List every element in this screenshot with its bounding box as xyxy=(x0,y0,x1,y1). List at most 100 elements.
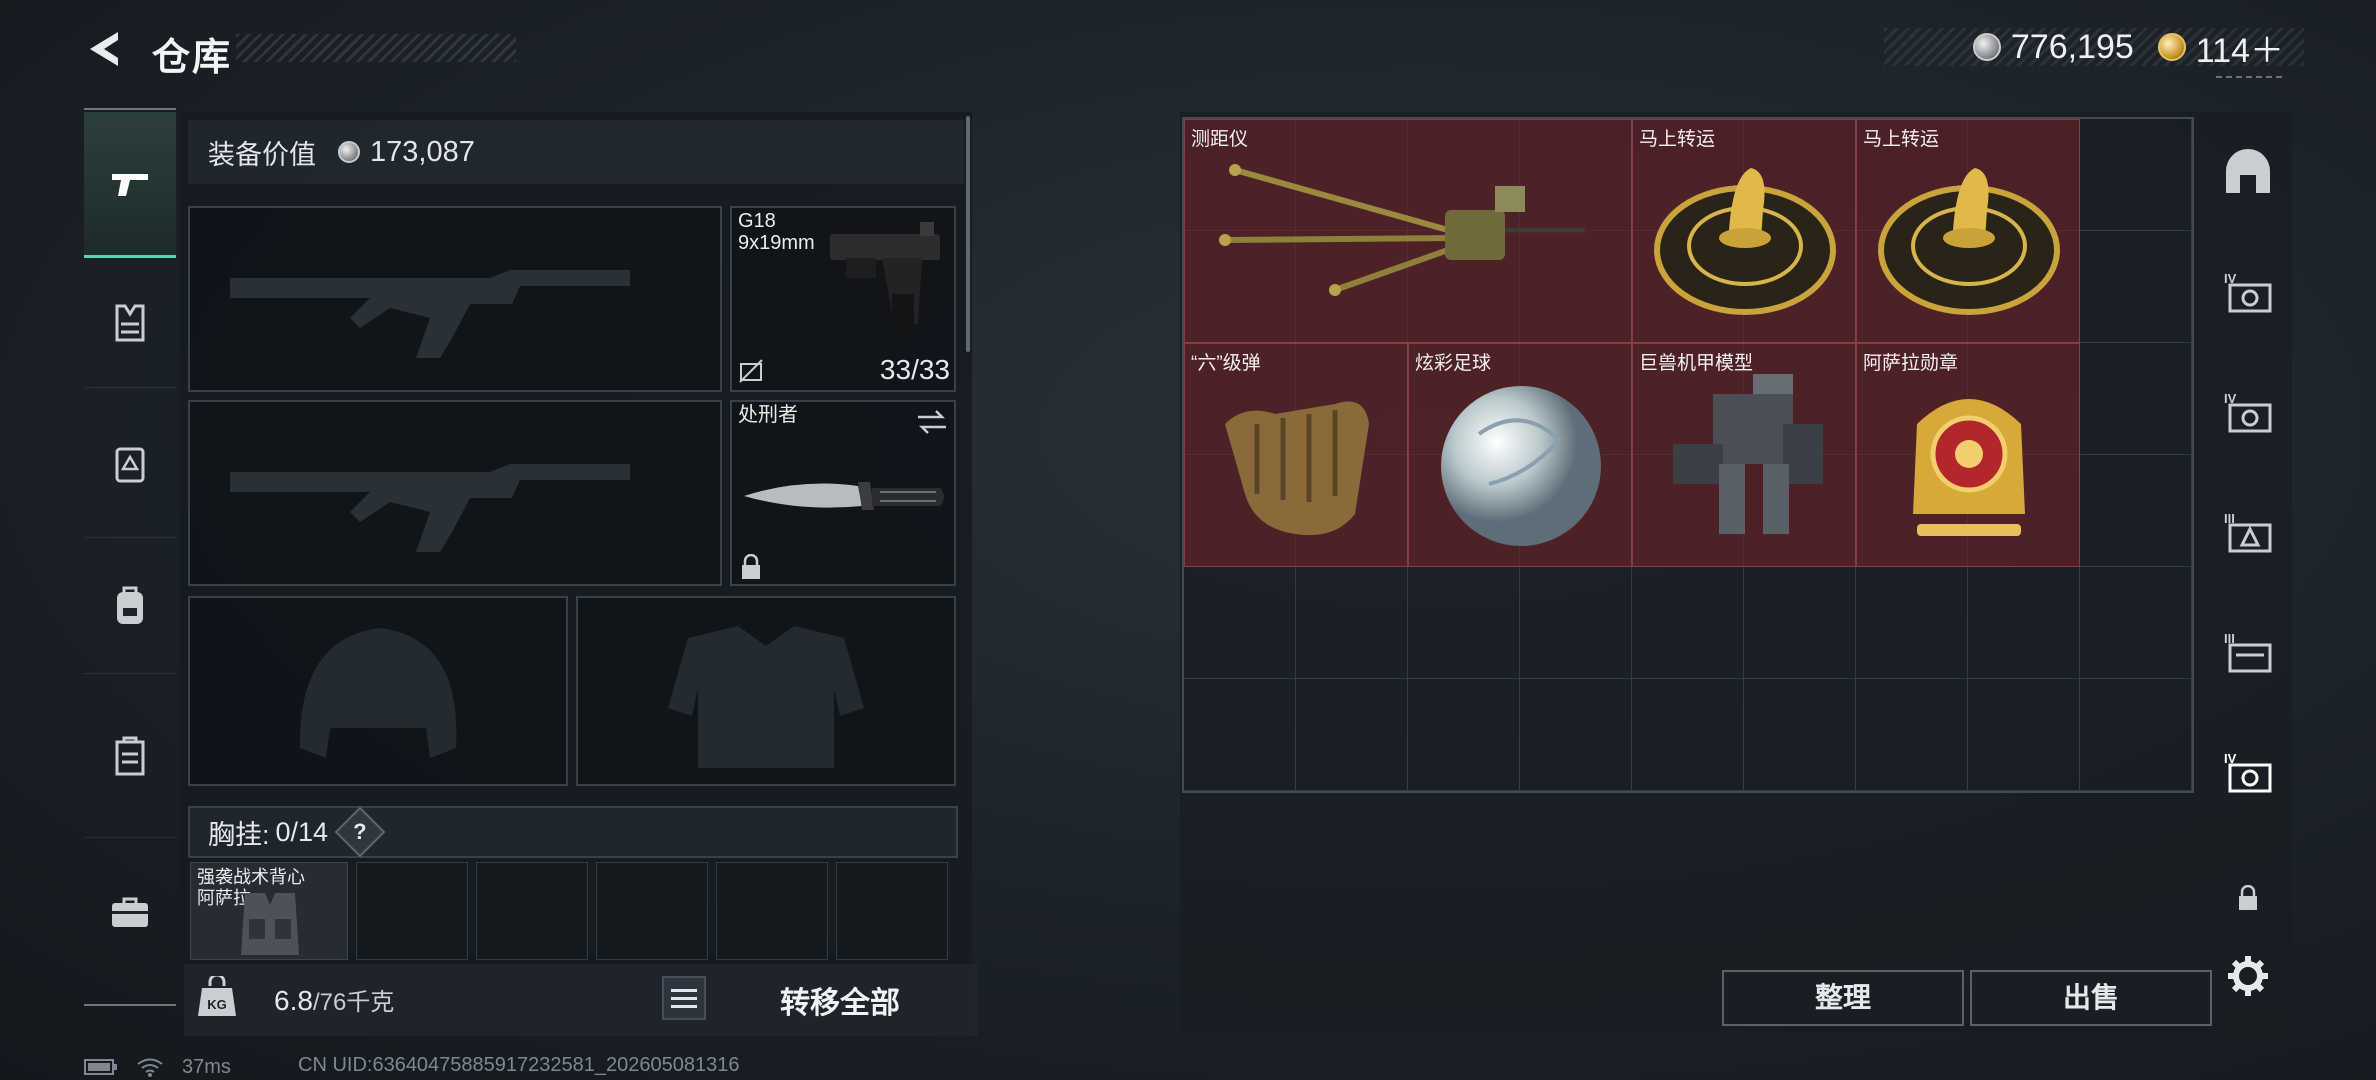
stash-grid-cell[interactable] xyxy=(1744,679,1856,791)
rnav-storage-iv[interactable]: IV xyxy=(2204,252,2292,332)
stash-grid-cell[interactable] xyxy=(1968,567,2080,679)
svg-text:KG: KG xyxy=(207,997,227,1012)
silver-currency-value: 776,195 xyxy=(2010,27,2134,66)
rnav-storage-iv-2[interactable]: IV xyxy=(2204,372,2292,452)
secondary-weapon-slot[interactable] xyxy=(188,400,722,586)
nav-item-backpack[interactable] xyxy=(84,538,176,674)
left-nav xyxy=(84,108,176,1004)
help-button[interactable]: ? xyxy=(334,806,386,858)
stash-grid-cell[interactable] xyxy=(1968,679,2080,791)
status-bar: 37ms xyxy=(84,1054,231,1080)
rifle-silhouette-icon xyxy=(230,270,630,358)
swap-icon[interactable] xyxy=(916,408,948,436)
equipment-scrollbar[interactable] xyxy=(966,116,970,352)
melee-name: 处刑者 xyxy=(738,404,798,426)
sell-button[interactable]: 出售 xyxy=(1970,970,2212,1026)
weight-icon: KG xyxy=(196,973,238,1018)
storage-iv-icon: IV xyxy=(2224,391,2272,433)
stash-item-football[interactable]: 炫彩足球 xyxy=(1408,343,1632,567)
rnav-bunker[interactable] xyxy=(2204,132,2292,212)
stash-grid-cell[interactable] xyxy=(2080,567,2192,679)
list-view-button[interactable] xyxy=(662,976,706,1020)
stash-grid-cell[interactable] xyxy=(1408,567,1520,679)
vest-icon xyxy=(115,304,145,341)
helmet-slot[interactable] xyxy=(188,596,568,786)
rig-slot-empty[interactable] xyxy=(716,862,828,960)
settings-button[interactable] xyxy=(2204,936,2292,1016)
armor-slot[interactable] xyxy=(576,596,956,786)
stash-grid-cell[interactable] xyxy=(2080,119,2192,231)
primary-weapon-slot[interactable] xyxy=(188,206,722,392)
gold-coin-icon xyxy=(2157,33,2186,61)
stash-item-horse-coin[interactable]: 马上转运 xyxy=(1856,119,2080,343)
chest-rig-bar: 胸挂: 0/14 ? xyxy=(188,806,958,858)
stash-grid-cell[interactable] xyxy=(2080,231,2192,343)
rig-slot-empty[interactable] xyxy=(356,862,468,960)
weight-current: 6.8 xyxy=(274,985,313,1016)
rig-icon xyxy=(115,447,145,482)
ping-readout: 37ms xyxy=(182,1055,231,1078)
currency-bar: 776,195 114＋ xyxy=(1884,27,2304,70)
page-title: 仓库 xyxy=(152,37,233,79)
stash-grid-cell[interactable] xyxy=(1296,567,1408,679)
stash-item-mech-model[interactable]: 巨兽机甲模型 xyxy=(1632,343,1856,567)
stash-grid-cell[interactable] xyxy=(1296,679,1408,791)
stash-grid-cell[interactable] xyxy=(1520,679,1632,791)
stash-grid-cell[interactable] xyxy=(2080,455,2192,567)
stash-grid-cell[interactable] xyxy=(1856,567,1968,679)
stash-grid-cell[interactable] xyxy=(1744,567,1856,679)
stash-grid-cell[interactable] xyxy=(1632,567,1744,679)
pistol-name: G18 9x19mm xyxy=(738,210,815,254)
medal-icon xyxy=(1913,399,2025,536)
lock-icon xyxy=(2239,885,2257,910)
silver-coin-icon xyxy=(1972,33,2001,61)
rnav-storage-iii-2[interactable]: III xyxy=(2204,612,2292,692)
pistol-model: G18 xyxy=(738,210,776,232)
title-decoration xyxy=(236,34,516,62)
nav-item-weapons[interactable] xyxy=(84,112,176,258)
stash-item-rangefinder[interactable]: 测距仪 xyxy=(1184,119,1632,343)
help-icon: ? xyxy=(353,818,367,844)
horse-coin-icon xyxy=(1878,168,2060,315)
rnav-storage-iii[interactable]: III xyxy=(2204,492,2292,572)
bunker-icon xyxy=(2226,149,2270,193)
gold-currency-value[interactable]: 114＋ xyxy=(2196,23,2284,72)
nav-item-container[interactable] xyxy=(84,674,176,838)
transfer-all-button[interactable]: 转移全部 xyxy=(740,978,940,1020)
nav-item-armor[interactable] xyxy=(84,258,176,388)
melee-slot[interactable]: 处刑者 xyxy=(730,400,956,586)
rig-slot-empty[interactable] xyxy=(596,862,708,960)
nav-item-toolbox[interactable] xyxy=(84,838,176,988)
rnav-storage-iv-active[interactable]: IV xyxy=(2204,732,2292,812)
rig-slot-empty[interactable] xyxy=(836,862,948,960)
pistol-slot[interactable]: G18 9x19mm 33/33 xyxy=(730,206,956,392)
rnav-locked xyxy=(2204,858,2292,938)
container-icon xyxy=(115,736,145,775)
stash-item-medal[interactable]: 阿萨拉勋章 xyxy=(1856,343,2080,567)
stash-grid-cell[interactable] xyxy=(1856,679,1968,791)
gear-icon xyxy=(2228,956,2268,996)
nav-item-chest-rig[interactable] xyxy=(84,388,176,538)
rangefinder-icon xyxy=(1219,164,1585,296)
stash-grid-cell[interactable] xyxy=(1408,679,1520,791)
stash-grid-cell[interactable] xyxy=(1632,679,1744,791)
stash-item-horse-coin[interactable]: 马上转运 xyxy=(1632,119,1856,343)
pistol-caliber: 9x19mm xyxy=(738,232,815,254)
backpack-icon xyxy=(117,586,143,624)
back-button[interactable] xyxy=(82,26,128,72)
stash-grid-cell[interactable] xyxy=(1184,679,1296,791)
sort-button[interactable]: 整理 xyxy=(1722,970,1964,1026)
stash-grid-cell[interactable] xyxy=(1520,567,1632,679)
rig-slot-empty[interactable] xyxy=(476,862,588,960)
stash-grid-cell[interactable] xyxy=(2080,343,2192,455)
weight-readout: 6.8/76千克 xyxy=(274,982,394,1017)
stash-grid-cell[interactable] xyxy=(2080,679,2192,791)
stash-grid: 测距仪 马上转运 马上转运 “六”级弹 炫彩足球 巨兽机甲模型 阿萨拉勋章 xyxy=(1182,117,2194,793)
tactical-vest-item[interactable]: 强袭战术背心 阿萨拉 xyxy=(190,862,348,960)
stash-item-level6-bullet[interactable]: “六”级弹 xyxy=(1184,343,1408,567)
pistol-ammo-count: 33/33 xyxy=(879,354,950,385)
list-icon-line xyxy=(671,988,697,992)
lock-icon xyxy=(742,554,760,579)
battery-icon xyxy=(84,1059,117,1075)
stash-grid-cell[interactable] xyxy=(1184,567,1296,679)
